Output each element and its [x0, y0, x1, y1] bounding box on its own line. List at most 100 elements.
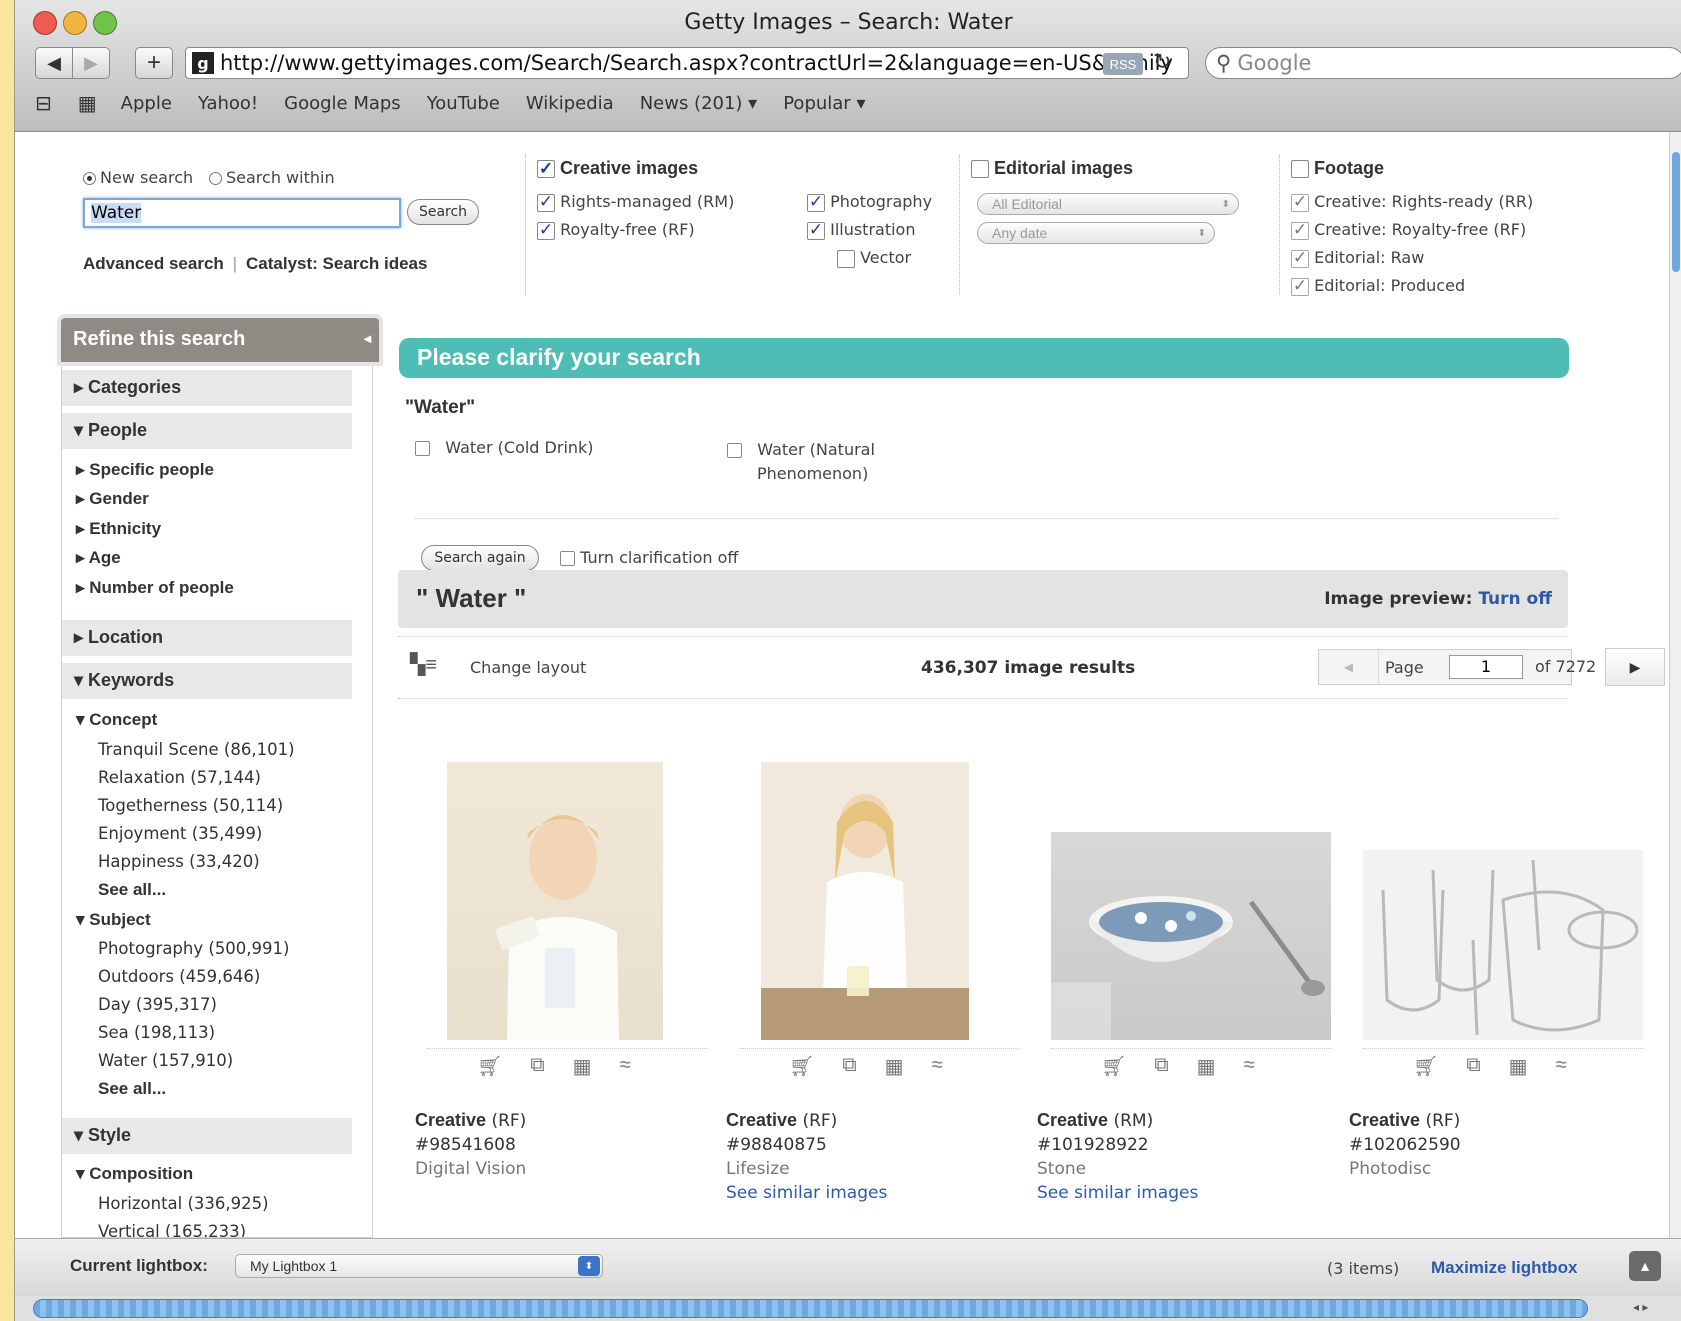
sidebar-section-keywords[interactable]: ▾ Keywords [62, 663, 352, 699]
address-bar[interactable]: g http://www.gettyimages.com/Search/Sear… [185, 47, 1189, 79]
footage-option[interactable]: ✓ Creative: Royalty-free (RF) [1291, 220, 1526, 240]
keyword-link[interactable]: Photography (500,991) [98, 939, 289, 958]
bookmark-youtube[interactable]: YouTube [427, 93, 500, 114]
rights-managed-filter[interactable]: ✓ Rights-managed (RM) [537, 192, 734, 212]
clarify-option-natural-phenomenon[interactable]: Water (Natural Phenomenon) [727, 438, 875, 486]
bookmark-popular[interactable]: Popular ▾ [783, 93, 865, 114]
price-calculator-icon[interactable]: ▦ [1509, 1054, 1528, 1079]
add-to-cart-icon[interactable]: 🛒︎ [789, 1054, 814, 1079]
bookmark-wikipedia[interactable]: Wikipedia [526, 93, 614, 114]
forward-button[interactable]: ▶ [72, 47, 110, 79]
sidebar-section-style[interactable]: ▾ Style [62, 1118, 352, 1154]
add-to-lightbox-icon[interactable]: ⧉ [1466, 1054, 1480, 1079]
scroll-thumb[interactable] [33, 1299, 1588, 1318]
sidebar-item-number-of-people[interactable]: ▸ Number of people [76, 578, 234, 598]
editorial-date-select[interactable]: Any date ⬍ [977, 222, 1215, 244]
add-to-lightbox-icon[interactable]: ⧉ [842, 1054, 856, 1079]
result-image[interactable] [1051, 832, 1331, 1040]
keyword-link[interactable]: Enjoyment (35,499) [98, 824, 262, 843]
search-again-button[interactable]: Search again [421, 545, 539, 571]
editorial-images-filter[interactable]: Editorial images [971, 158, 1133, 179]
keyword-link[interactable]: Tranquil Scene (86,101) [98, 740, 295, 759]
reload-icon[interactable]: ↻ [1153, 49, 1171, 75]
rss-button[interactable]: RSS [1103, 53, 1143, 75]
similar-images-icon[interactable]: ≈ [1556, 1054, 1567, 1079]
similar-images-icon[interactable]: ≈ [1244, 1054, 1255, 1079]
add-to-cart-icon[interactable]: 🛒︎ [477, 1054, 502, 1079]
scroll-thumb[interactable] [1672, 152, 1680, 272]
refine-search-header[interactable]: Refine this search ◂ [61, 318, 379, 362]
see-similar-images-link[interactable]: See similar images [726, 1183, 887, 1203]
see-all-concept-link[interactable]: See all... [98, 880, 166, 900]
add-to-cart-icon[interactable]: 🛒︎ [1413, 1054, 1438, 1079]
keyword-link[interactable]: Outdoors (459,646) [98, 967, 260, 986]
add-to-lightbox-icon[interactable]: ⧉ [1154, 1054, 1168, 1079]
similar-images-icon[interactable]: ≈ [620, 1054, 631, 1079]
lightbox-select[interactable]: My Lightbox 1 ⬍ [235, 1254, 603, 1278]
price-calculator-icon[interactable]: ▦ [885, 1054, 904, 1079]
footage-option[interactable]: ✓ Editorial: Raw [1291, 248, 1424, 268]
horizontal-scrollbar[interactable]: ◂ ▸ [15, 1296, 1681, 1321]
clarify-option-cold-drink[interactable]: Water (Cold Drink) [415, 438, 594, 457]
change-layout-link[interactable]: Change layout [470, 658, 586, 677]
footage-option[interactable]: ✓ Editorial: Produced [1291, 276, 1465, 296]
footage-option[interactable]: ✓ Creative: Rights-ready (RR) [1291, 192, 1533, 212]
keyword-link[interactable]: Happiness (33,420) [98, 852, 260, 871]
keyword-link[interactable]: Relaxation (57,144) [98, 768, 261, 787]
illustration-filter[interactable]: ✓ Illustration [807, 220, 915, 240]
bookmark-google-maps[interactable]: Google Maps [284, 93, 401, 114]
result-image[interactable] [761, 762, 969, 1040]
new-search-radio[interactable]: New search [83, 168, 193, 187]
scroll-arrows-icon[interactable]: ◂ ▸ [1633, 1300, 1648, 1314]
add-to-cart-icon[interactable]: 🛒︎ [1101, 1054, 1126, 1079]
catalyst-search-ideas-link[interactable]: Catalyst: Search ideas [246, 254, 427, 273]
similar-images-icon[interactable]: ≈ [932, 1054, 943, 1079]
search-input[interactable]: Water [83, 198, 401, 228]
add-to-lightbox-icon[interactable]: ⧉ [530, 1054, 544, 1079]
bookmark-news[interactable]: News (201) ▾ [640, 93, 758, 114]
result-image[interactable] [447, 762, 663, 1040]
bookmark-yahoo[interactable]: Yahoo! [198, 93, 258, 114]
back-button[interactable]: ◀ [35, 47, 73, 79]
editorial-collection-select[interactable]: All Editorial ⬍ [977, 193, 1239, 215]
top-sites-grid-icon[interactable]: ▦ [78, 91, 97, 115]
next-page-button[interactable]: ▶ [1605, 648, 1665, 686]
maximize-lightbox-link[interactable]: Maximize lightbox [1431, 1258, 1577, 1278]
photography-filter[interactable]: ✓ Photography [807, 192, 932, 212]
search-within-radio[interactable]: Search within [209, 168, 335, 187]
search-button[interactable]: Search [407, 199, 479, 225]
bookmarks-book-icon[interactable]: ⊟ [35, 91, 52, 115]
royalty-free-filter[interactable]: ✓ Royalty-free (RF) [537, 220, 695, 240]
sidebar-item-ethnicity[interactable]: ▸ Ethnicity [76, 519, 161, 539]
sidebar-item-concept[interactable]: ▾ Concept [76, 710, 157, 730]
sidebar-item-gender[interactable]: ▸ Gender [76, 489, 149, 509]
keyword-link[interactable]: Horizontal (336,925) [98, 1194, 269, 1213]
footage-filter[interactable]: Footage [1291, 158, 1384, 179]
sidebar-section-categories[interactable]: ▸ Categories [62, 370, 352, 406]
see-all-subject-link[interactable]: See all... [98, 1079, 166, 1099]
price-calculator-icon[interactable]: ▦ [573, 1054, 592, 1079]
sidebar-item-composition[interactable]: ▾ Composition [76, 1164, 193, 1184]
keyword-link[interactable]: Vertical (165,233) [98, 1222, 246, 1237]
page-number-input[interactable]: 1 [1449, 655, 1523, 679]
sidebar-item-age[interactable]: ▸ Age [76, 548, 121, 568]
sidebar-section-people[interactable]: ▾ People [62, 413, 352, 449]
google-search-field[interactable]: ⚲ Google [1205, 47, 1681, 79]
add-bookmark-button[interactable]: + [135, 47, 173, 79]
sidebar-item-subject[interactable]: ▾ Subject [76, 910, 151, 930]
prev-page-button[interactable]: ◀ [1319, 650, 1379, 684]
vertical-scrollbar[interactable] [1669, 132, 1681, 1238]
price-calculator-icon[interactable]: ▦ [1197, 1054, 1216, 1079]
layout-icon[interactable]: ▚≡ [410, 652, 437, 677]
bookmark-apple[interactable]: Apple [121, 93, 172, 114]
turn-off-preview-link[interactable]: Turn off [1478, 589, 1552, 609]
advanced-search-link[interactable]: Advanced search [83, 254, 224, 273]
maximize-lightbox-button[interactable]: ▲ [1629, 1251, 1661, 1281]
see-similar-images-link[interactable]: See similar images [1037, 1183, 1198, 1203]
keyword-link[interactable]: Day (395,317) [98, 995, 217, 1014]
creative-images-filter[interactable]: ✓ Creative images [537, 158, 698, 179]
keyword-link[interactable]: Water (157,910) [98, 1051, 233, 1070]
sidebar-item-specific-people[interactable]: ▸ Specific people [76, 460, 214, 480]
turn-clarification-off-checkbox[interactable]: Turn clarification off [560, 548, 738, 567]
keyword-link[interactable]: Togetherness (50,114) [98, 796, 283, 815]
